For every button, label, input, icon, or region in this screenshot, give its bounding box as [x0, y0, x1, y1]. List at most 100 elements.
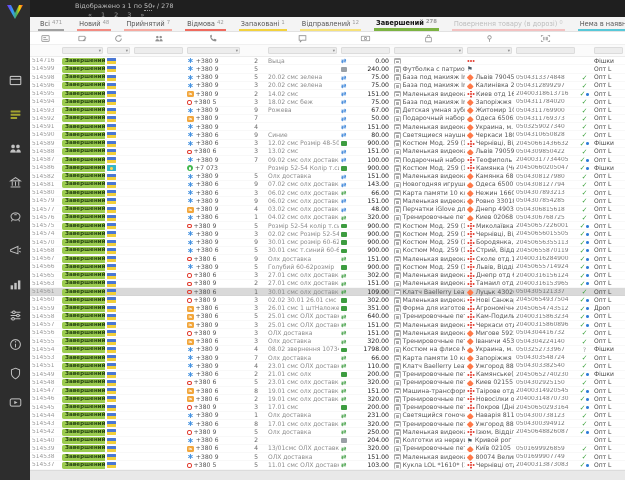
- phone-cell[interactable]: ∗+380 6: [185, 214, 242, 221]
- phone-cell[interactable]: ∗+380 9: [185, 124, 242, 131]
- filter-phone[interactable]: [187, 47, 240, 54]
- table-row[interactable]: 514579Завершений∗+380 9906.02 смс олх до…: [30, 197, 625, 205]
- tab-нема-в-наявності[interactable]: Нема в наявності1: [578, 20, 625, 31]
- table-row[interactable]: 514716Завершений∗+380 92Выца⇄0.00Фішки: [30, 57, 625, 65]
- phone-cell[interactable]: ∗+380 6: [185, 437, 242, 444]
- table-row[interactable]: 514559Завершенийis+380 6326.01 смс 1 штН…: [30, 305, 625, 313]
- col-product-header[interactable]: [392, 32, 465, 45]
- phone-cell[interactable]: ∗+380 6: [185, 371, 242, 378]
- phone-cell[interactable]: is+380 9: [185, 91, 242, 98]
- table-row[interactable]: 514575Завершений+380 95Розмір 52-54 колі…: [30, 222, 625, 230]
- phone-cell[interactable]: +380 6: [185, 379, 242, 386]
- horizontal-scrollbar[interactable]: [30, 470, 625, 480]
- table-row[interactable]: 514563Завершений+380 9227.01 смс олх дос…: [30, 280, 625, 288]
- table-row[interactable]: 514554Завершений∗+380 9408.02 звернення …: [30, 346, 625, 354]
- orders-list-icon[interactable]: [0, 97, 30, 131]
- table-row[interactable]: 514568Завершений∗+380 6530.01 смс т.сини…: [30, 247, 625, 255]
- table-row[interactable]: 514557Завершенийis+380 9325.01 смс ОЛХ д…: [30, 321, 625, 329]
- tab-новий[interactable]: Новий48: [77, 20, 111, 31]
- table-row[interactable]: 514586Завершений+7 073Розмір 52-54 Колір…: [30, 164, 625, 172]
- phone-cell[interactable]: ∗+380 9: [185, 264, 242, 271]
- table-row[interactable]: 514537Завершений+380 5511.01 смс ОЛХ дос…: [30, 461, 625, 469]
- video-icon[interactable]: [0, 388, 30, 417]
- phone-cell[interactable]: ∗+380 6: [185, 132, 242, 139]
- table-row[interactable]: 514570Завершений∗+380 9930.01 смс розмір…: [30, 239, 625, 247]
- phone-cell[interactable]: +380 6: [185, 289, 242, 296]
- phone-cell[interactable]: ∗+380 9: [185, 173, 242, 180]
- phone-cell[interactable]: ∗+380 9: [185, 74, 242, 81]
- table-row[interactable]: 514558Завершенийis+380 6525.01 смс ОЛХ д…: [30, 313, 625, 321]
- promo-icon[interactable]: [0, 233, 30, 267]
- phone-cell[interactable]: ∗+380 9: [185, 355, 242, 362]
- phone-cell[interactable]: +380 5: [185, 462, 242, 469]
- phone-cell[interactable]: ∗+380 9: [185, 454, 242, 461]
- table-row[interactable]: 514566Завершений∗+380 95Голубий 60-62роз…: [30, 263, 625, 271]
- shield-icon[interactable]: [0, 359, 30, 388]
- table-row[interactable]: 514594Завершений+380 5318.02 смс беж⇄75.…: [30, 98, 625, 106]
- filter-comment[interactable]: [268, 47, 337, 54]
- phone-cell[interactable]: is+380 9: [185, 322, 242, 329]
- col-phone-header[interactable]: [185, 32, 242, 45]
- phone-cell[interactable]: +380 9: [185, 280, 242, 287]
- table-row[interactable]: 514595Завершенийis+380 9214.02 смс⇄151.0…: [30, 90, 625, 98]
- table-row[interactable]: 514553Завершений∗+380 97Олх доставка⇄66.…: [30, 354, 625, 362]
- table-row[interactable]: 514576Завершений∗+380 6104.02 смс олх до…: [30, 214, 625, 222]
- table-row[interactable]: 514560Завершений+380 9302.02 30.01 26.01…: [30, 296, 625, 304]
- filter-tag[interactable]: [594, 47, 623, 54]
- phone-cell[interactable]: +380 5: [185, 99, 242, 106]
- window-icon[interactable]: [0, 63, 30, 97]
- phone-cell[interactable]: ∗+380 9: [185, 66, 242, 73]
- col-id-header[interactable]: [30, 32, 60, 45]
- phone-cell[interactable]: is+380 6: [185, 338, 242, 345]
- tab-відправлений[interactable]: Відправлений12: [300, 20, 361, 31]
- filter-delivery[interactable]: [467, 47, 512, 54]
- table-row[interactable]: 514582Завершений∗+380 95Олх доставка⇄151…: [30, 173, 625, 181]
- phone-cell[interactable]: ∗+380 6: [185, 421, 242, 428]
- col-source-header[interactable]: [105, 32, 132, 45]
- table-row[interactable]: 514581Завершений∗+380 6907.02 смс олх до…: [30, 181, 625, 189]
- filter-payment[interactable]: [341, 47, 390, 54]
- phone-cell[interactable]: is+380 9: [185, 206, 242, 213]
- col-comment-header[interactable]: [266, 32, 339, 45]
- phone-cell[interactable]: +380 6: [185, 148, 242, 155]
- phone-cell[interactable]: ∗+380 9: [185, 198, 242, 205]
- phone-cell[interactable]: ∗+380 9: [185, 239, 242, 246]
- tab-відмова[interactable]: Відмова42: [185, 20, 226, 31]
- phone-cell[interactable]: ∗+380 9: [185, 231, 242, 238]
- app-logo-icon[interactable]: [5, 4, 25, 21]
- table-row[interactable]: 514577Завершенийis+380 9403.02 смс олх д…: [30, 206, 625, 214]
- tab-повернення-товару-в-дорозі-[interactable]: Повернення товару (в дорозі)0: [452, 20, 565, 31]
- table-row[interactable]: 514589Завершений∗+380 6312.02 смс Розмір…: [30, 140, 625, 148]
- table-row[interactable]: 514551Завершений∗+380 9423.01 смс ОЛХ до…: [30, 362, 625, 370]
- table-row[interactable]: 514587Завершений∗+380 9709.02 смс олх до…: [30, 156, 625, 164]
- phone-cell[interactable]: is+380 6: [185, 396, 242, 403]
- filter-client[interactable]: [134, 47, 183, 54]
- table-row[interactable]: 514591Завершений∗+380 94⇄151.00Маленькая…: [30, 123, 625, 131]
- wallet-icon[interactable]: [0, 199, 30, 233]
- table-row[interactable]: 514561Завершений+380 6130.01 смс олх дос…: [30, 288, 625, 296]
- filter-source[interactable]: [107, 47, 130, 54]
- table-row[interactable]: 514567Завершений+380 69Олх доставка⇄151.…: [30, 255, 625, 263]
- phone-cell[interactable]: ∗+380 6: [185, 140, 242, 147]
- phone-cell[interactable]: +380 9: [185, 297, 242, 304]
- phone-cell[interactable]: +380 6: [185, 256, 242, 263]
- table-row[interactable]: 514539Завершенийis+380 6413/01смс ОЛХ до…: [30, 445, 625, 453]
- phone-cell[interactable]: ∗+380 9: [185, 157, 242, 164]
- table-row[interactable]: 514540Завершений∗+380 62204.00Колготки и…: [30, 437, 625, 445]
- phone-cell[interactable]: +7 073: [185, 165, 242, 172]
- col-delivery-header[interactable]: [465, 32, 514, 45]
- table-row[interactable]: 514574Завершений∗+380 9302.02 смс Розмір…: [30, 230, 625, 238]
- phone-cell[interactable]: is+380 6: [185, 313, 242, 320]
- filter-ttn[interactable]: [516, 47, 575, 54]
- phone-cell[interactable]: ∗+380 9: [185, 346, 242, 353]
- table-row[interactable]: 514592Завершенийis+380 97⇄50.00Подарочны…: [30, 115, 625, 123]
- col-payment-header[interactable]: [339, 32, 392, 45]
- phone-cell[interactable]: +380 9: [185, 330, 242, 337]
- tab-всі[interactable]: Всі471: [38, 20, 64, 31]
- table-row[interactable]: 514599Завершений∗+380 95240.00Футболка с…: [30, 65, 625, 73]
- table-row[interactable]: 514593Завершений∗+380 99Рожева⇄67.00Детс…: [30, 107, 625, 115]
- table-row[interactable]: 514545Завершений+380 9317.01 смс200.00Тр…: [30, 404, 625, 412]
- phone-cell[interactable]: +380 9: [185, 404, 242, 411]
- stats-icon[interactable]: [0, 267, 30, 301]
- col-ttn-header[interactable]: [514, 32, 577, 45]
